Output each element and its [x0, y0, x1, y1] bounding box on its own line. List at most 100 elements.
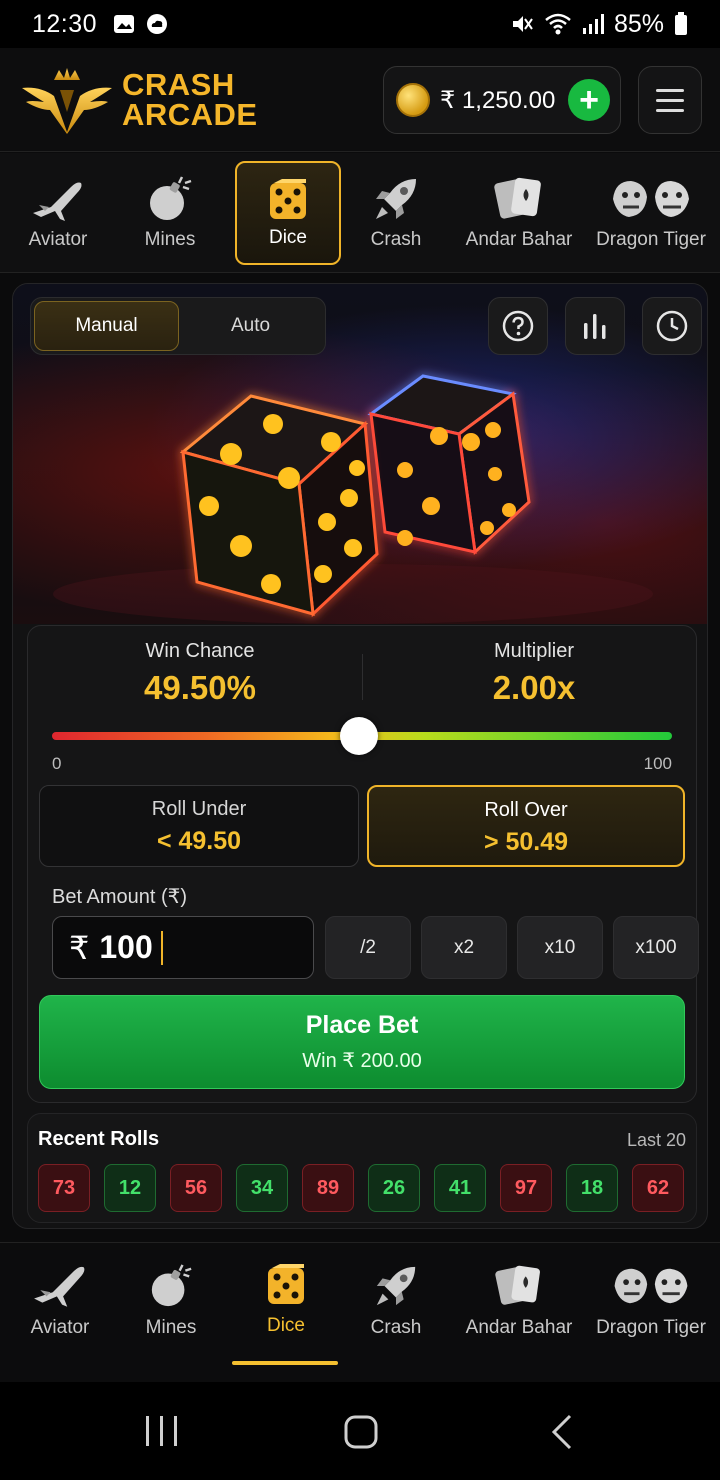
tab-mines[interactable]: Mines: [118, 161, 222, 265]
dice-game-card: Manual Auto Win Chance 49.50% Multiplier…: [12, 283, 708, 1229]
place-bet-label: Place Bet: [305, 1011, 419, 1039]
status-time: 12:30: [32, 9, 98, 38]
text-caret: [160, 930, 163, 965]
tab-andar-bahar[interactable]: Andar Bahar: [458, 161, 580, 265]
mute-icon: [512, 16, 533, 32]
nav-label: Crash: [370, 1317, 422, 1338]
recent-roll-chip: 12: [104, 1164, 156, 1212]
help-button[interactable]: [488, 297, 548, 355]
auto-mode-button[interactable]: Auto: [179, 301, 322, 351]
status-bar: 12:30 85%: [0, 0, 720, 48]
recent-roll-chip: 73: [38, 1164, 90, 1212]
cards-icon: [495, 1265, 540, 1305]
slider-max-label: 100: [643, 754, 672, 773]
win-chance-stat: Win Chance 49.50%: [40, 640, 360, 707]
tab-dice[interactable]: Dice: [235, 161, 341, 265]
nav-mines[interactable]: Mines: [130, 1263, 212, 1373]
dragon-tiger-icon: [613, 181, 689, 217]
tab-aviator[interactable]: Aviator: [6, 161, 110, 265]
tab-label: Mines: [144, 229, 196, 250]
cards-icon: [494, 177, 541, 219]
bet-amount-label: Bet Amount (₹): [52, 886, 187, 908]
recent-rolls-title: Recent Rolls: [38, 1128, 160, 1150]
wallet-balance[interactable]: ₹ 1,250.00 +: [383, 66, 621, 134]
recents-icon[interactable]: [142, 1414, 182, 1450]
menu-button[interactable]: [638, 66, 702, 134]
nav-label: Mines: [145, 1317, 197, 1338]
rocket-icon: [376, 179, 416, 219]
rocket-icon: [376, 1266, 416, 1306]
manual-mode-button[interactable]: Manual: [34, 301, 179, 351]
recent-roll-chip: 97: [500, 1164, 552, 1212]
bet-amount-input[interactable]: ₹ 100: [52, 916, 314, 979]
nav-label: Aviator: [30, 1317, 90, 1338]
plane-icon: [33, 182, 82, 221]
nav-crash[interactable]: Crash: [356, 1263, 436, 1373]
currency-symbol: ₹: [69, 929, 90, 966]
signal-icon: [582, 14, 604, 34]
recent-roll-chip: 62: [632, 1164, 684, 1212]
balance-amount: ₹ 1,250.00: [440, 86, 556, 114]
cloud-icon: [147, 14, 168, 34]
back-icon[interactable]: [550, 1414, 574, 1450]
nav-label: Dice: [266, 1315, 305, 1336]
bottom-navigation: Aviator Mines Dice Crash Andar Bahar Dra…: [0, 1242, 720, 1382]
nav-dice[interactable]: Dice: [240, 1263, 332, 1373]
plane-icon: [34, 1266, 85, 1307]
recent-roll-chip: 41: [434, 1164, 486, 1212]
plus-icon: +: [579, 81, 599, 119]
dice-icon: [268, 1264, 304, 1304]
dice-hero-image: Manual Auto: [13, 284, 707, 624]
add-funds-button[interactable]: +: [568, 79, 610, 121]
roll-under-value: < 49.50: [156, 827, 242, 855]
tab-label: Andar Bahar: [465, 229, 573, 250]
dice-icon: [270, 179, 306, 219]
tab-dragon-tiger[interactable]: Dragon Tiger: [592, 161, 710, 265]
tab-crash[interactable]: Crash: [346, 161, 446, 265]
recent-roll-chip: 34: [236, 1164, 288, 1212]
stats-icon: [584, 314, 606, 339]
x100-bet-button[interactable]: x100: [613, 916, 699, 979]
tab-label: Aviator: [28, 229, 88, 250]
roll-over-value: > 50.49: [483, 828, 569, 856]
roll-under-button[interactable]: Roll Under < 49.50: [39, 785, 359, 867]
mode-toggle: Manual Auto: [30, 297, 326, 355]
coin-icon: [396, 83, 430, 117]
halve-bet-button[interactable]: /2: [325, 916, 411, 979]
place-bet-button[interactable]: Place Bet Win ₹ 200.00: [39, 995, 685, 1089]
hamburger-icon: [656, 88, 684, 92]
history-button[interactable]: [642, 297, 702, 355]
recent-rolls-subtitle: Last 20: [626, 1130, 686, 1150]
bomb-icon: [150, 176, 192, 220]
nav-label: Dragon Tiger: [596, 1317, 706, 1338]
logo-text-line1: CRASH: [122, 67, 235, 102]
logo-text-line2: ARCADE: [122, 97, 258, 132]
roll-under-label: Roll Under: [151, 798, 247, 820]
help-icon: [502, 310, 534, 342]
potential-win-amount: Win ₹ 200.00: [302, 1050, 422, 1072]
system-navigation-bar: [0, 1382, 720, 1480]
win-chance-value: 49.50%: [144, 669, 256, 706]
win-chance-label: Win Chance: [145, 640, 255, 662]
nav-andar-bahar[interactable]: Andar Bahar: [458, 1263, 580, 1373]
nav-aviator[interactable]: Aviator: [20, 1263, 100, 1373]
win-chance-slider[interactable]: [52, 717, 672, 755]
history-icon: [656, 310, 688, 342]
multiplier-value: 2.00x: [492, 669, 576, 706]
recent-roll-chip: 56: [170, 1164, 222, 1212]
home-icon[interactable]: [343, 1414, 379, 1450]
multiplier-stat: Multiplier 2.00x: [374, 640, 694, 707]
nav-label: Andar Bahar: [465, 1317, 573, 1338]
app-logo[interactable]: CRASH ARCADE: [20, 66, 258, 134]
recent-roll-chip: 89: [302, 1164, 354, 1212]
double-bet-button[interactable]: x2: [421, 916, 507, 979]
x10-bet-button[interactable]: x10: [517, 916, 603, 979]
game-tabs: Aviator Mines Dice Crash Andar Bahar Dra…: [0, 153, 720, 273]
wifi-icon: [545, 13, 571, 35]
recent-rolls: Recent Rolls Last 20 73 12 56 34 89 26 41 97 18 6…: [27, 1113, 697, 1223]
nav-dragon-tiger[interactable]: Dragon Tiger: [592, 1263, 710, 1373]
slider-thumb[interactable]: [339, 717, 378, 755]
roll-over-button[interactable]: Roll Over > 50.49: [367, 785, 685, 867]
bomb-icon: [151, 1264, 192, 1307]
stats-button[interactable]: [565, 297, 625, 355]
